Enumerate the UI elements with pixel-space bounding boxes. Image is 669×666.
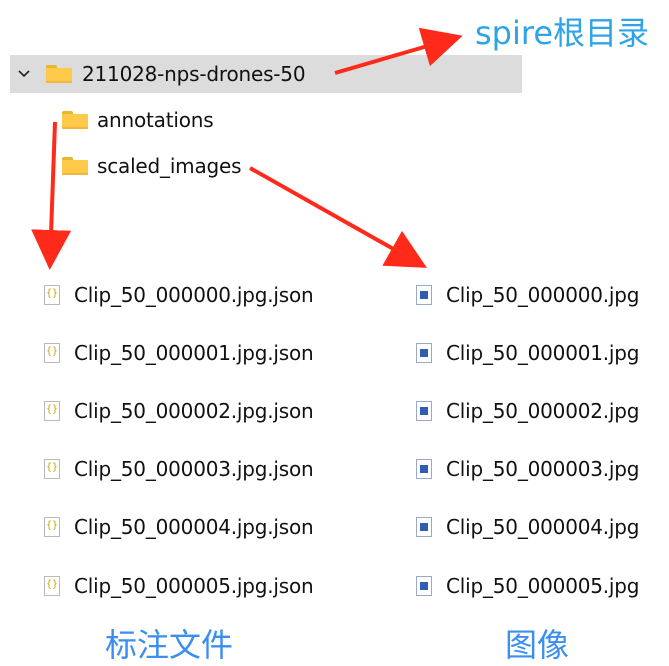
annotation-arrows [31, 27, 463, 270]
arrow-to-root-label [334, 27, 463, 75]
arrow-to-image-files [249, 166, 427, 268]
arrow-to-json-files [31, 121, 72, 270]
